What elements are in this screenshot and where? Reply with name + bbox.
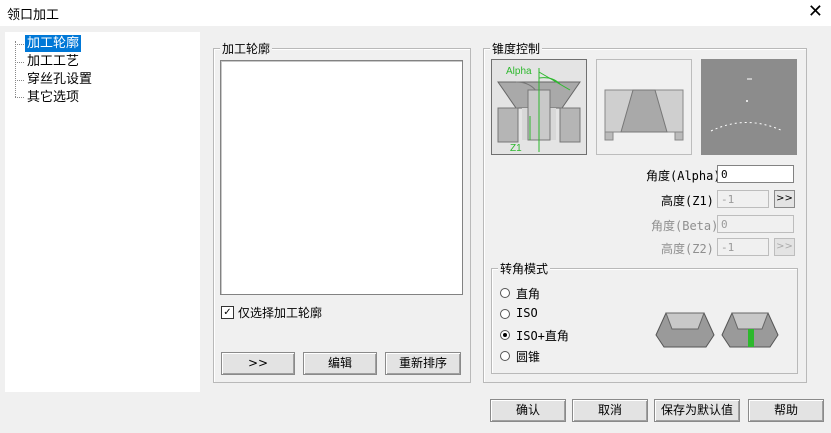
alpha-label: 角度(Alpha) xyxy=(646,169,721,183)
tree-connector xyxy=(15,44,24,45)
profile-list[interactable] xyxy=(220,60,463,295)
corner-iso-right-radio[interactable] xyxy=(500,330,510,340)
taper-type-2-button[interactable] xyxy=(596,59,692,155)
only-select-label: 仅选择加工轮廓 xyxy=(238,306,323,320)
tree-connector xyxy=(15,80,24,81)
corner-group: 转角模式 直角 ISO ISO+直角 圆锥 xyxy=(491,260,798,374)
profile-group: 加工轮廓 ✓ 仅选择加工轮廓 >> 编辑 重新排序 xyxy=(213,40,471,383)
corner-cone-radio[interactable] xyxy=(500,351,510,361)
title-bar: 领口加工 ✕ xyxy=(0,0,831,26)
move-right-button[interactable]: >> xyxy=(221,352,295,375)
beta-label: 角度(Beta) xyxy=(651,219,719,233)
window-title: 领口加工 xyxy=(7,8,60,23)
corner-group-label: 转角模式 xyxy=(498,260,551,277)
tree-connector xyxy=(15,41,16,97)
taper-diagram-icon: Alpha Z1 xyxy=(497,66,581,154)
z2-more-button[interactable]: >> xyxy=(774,238,795,256)
z1-input[interactable]: -1 xyxy=(717,190,769,208)
alpha-input[interactable]: 0 xyxy=(717,165,794,183)
taper-type-1-button[interactable]: Alpha Z1 xyxy=(491,59,587,155)
corner-iso-right-label: ISO+直角 xyxy=(516,329,569,343)
help-button[interactable]: 帮助 xyxy=(748,399,824,422)
z1-label: 高度(Z1) xyxy=(661,194,714,208)
taper-preview xyxy=(701,59,797,155)
tree-connector xyxy=(15,97,24,98)
corner-iso-radio[interactable] xyxy=(500,309,510,319)
corner-right-angle-radio[interactable] xyxy=(500,288,510,298)
nav-tree: 加工轮廓 加工工艺 穿丝孔设置 其它选项 xyxy=(5,32,200,392)
corner-iso-label: ISO xyxy=(516,306,538,320)
corner-right-angle-label: 直角 xyxy=(516,287,541,301)
taper-group-label: 锥度控制 xyxy=(490,40,543,57)
z2-label: 高度(Z2) xyxy=(661,242,714,256)
tree-item-process[interactable]: 加工工艺 xyxy=(25,53,81,70)
reverse-taper-icon xyxy=(604,89,684,141)
corner-illustration-icon xyxy=(655,312,779,348)
edit-button[interactable]: 编辑 xyxy=(303,352,377,375)
taper-group: 锥度控制 Alpha Z1 角度(Alpha) 0 高度(Z1) -1 >> 角… xyxy=(483,40,807,383)
preview-icon xyxy=(710,78,784,132)
close-icon[interactable]: ✕ xyxy=(808,2,823,22)
alpha-diagram-label: Alpha xyxy=(506,66,532,77)
tree-item-threading-hole[interactable]: 穿丝孔设置 xyxy=(25,71,94,88)
profile-group-label: 加工轮廓 xyxy=(220,40,273,57)
cancel-button[interactable]: 取消 xyxy=(572,399,648,422)
tree-connector xyxy=(15,62,24,63)
save-default-button[interactable]: 保存为默认值 xyxy=(654,399,740,422)
z1-diagram-label: Z1 xyxy=(510,143,522,154)
tree-item-profile[interactable]: 加工轮廓 xyxy=(25,35,82,52)
tree-item-other-options[interactable]: 其它选项 xyxy=(25,89,81,106)
beta-input[interactable]: 0 xyxy=(717,215,794,233)
corner-cone-label: 圆锥 xyxy=(516,350,541,364)
ok-button[interactable]: 确认 xyxy=(490,399,566,422)
z2-input[interactable]: -1 xyxy=(717,238,769,256)
only-select-checkbox[interactable]: ✓ xyxy=(221,306,234,319)
z1-more-button[interactable]: >> xyxy=(774,190,795,208)
reorder-button[interactable]: 重新排序 xyxy=(385,352,461,375)
